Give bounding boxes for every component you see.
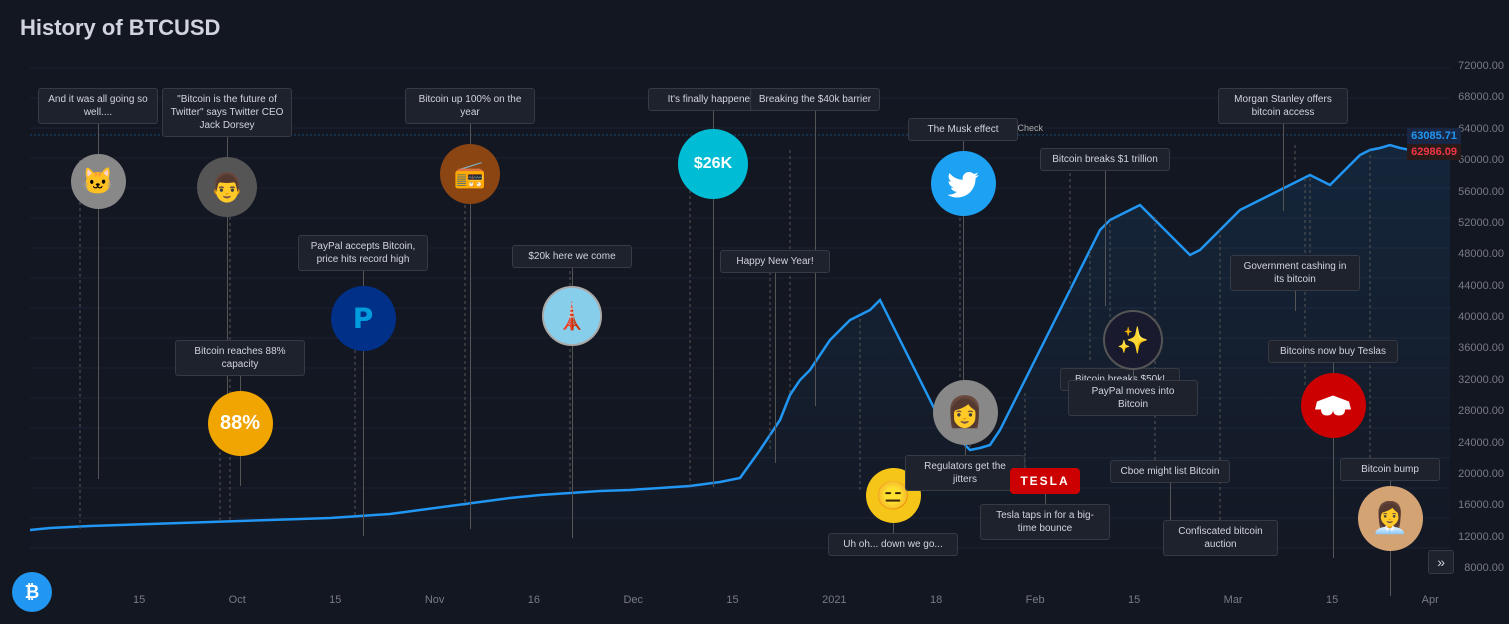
ann-cboe-label: Cboe might list Bitcoin	[1110, 460, 1230, 483]
price-low-badge: 62986.09	[1407, 144, 1461, 160]
ann-bump-line2	[1390, 551, 1391, 596]
ann-20k-line	[572, 268, 573, 286]
ann-morgan-line	[1283, 124, 1284, 211]
ann-88-line	[240, 376, 241, 391]
radio-icon: 📻	[440, 144, 500, 204]
btc-icon: ₿	[12, 572, 52, 612]
ann-bitcoin100-label: Bitcoin up 100% on the year	[405, 88, 535, 124]
ann-88-line2	[240, 456, 241, 486]
ann-88pct: Bitcoin reaches 88% capacity 88%	[175, 340, 305, 486]
ann-cat: And it was all going so well.... 🐱	[38, 88, 158, 479]
ann-down-line	[893, 523, 894, 533]
ann-newyear-line	[775, 273, 776, 463]
ann-paypal2-label: PayPal moves into Bitcoin	[1068, 380, 1198, 416]
ann-tesla-buy-label: Bitcoins now buy Teslas	[1268, 340, 1398, 363]
tesla-badge-icon: TESLA	[1010, 468, 1079, 494]
ann-tesla-buy-line2	[1333, 438, 1334, 558]
pct-88-icon: 88%	[208, 391, 273, 456]
btc-watermark: ₿	[12, 572, 52, 612]
ann-dorsey-label: "Bitcoin is the future of Twitter" says …	[162, 88, 292, 137]
ann-26k-line	[713, 111, 714, 129]
tower-icon: 🗼	[542, 286, 602, 346]
ann-morgan: Morgan Stanley offers bitcoin access	[1218, 88, 1348, 211]
26k-icon: $26K	[678, 129, 748, 199]
ann-musk-label: The Musk effect	[908, 118, 1018, 141]
ann-trillion: Bitcoin breaks $1 trillion	[1040, 148, 1170, 306]
tesla-car-icon: T	[1301, 373, 1366, 438]
price-high-badge: 63085.71	[1407, 128, 1461, 144]
ann-newyear: Happy New Year!	[720, 250, 830, 463]
ann-confiscated-label: Confiscated bitcoin auction	[1163, 520, 1278, 556]
ann-paypal-line	[363, 271, 364, 286]
spark-icon: ✨	[1103, 310, 1163, 370]
woman-smile-icon: 👩‍💼	[1358, 486, 1423, 551]
ann-musk-line	[963, 141, 964, 151]
ann-cat-line	[98, 124, 99, 154]
nav-forward-button[interactable]: »	[1428, 550, 1454, 574]
ann-dorsey-line	[227, 137, 228, 157]
ann-bitcoin100-line	[470, 124, 471, 144]
ann-40k-label: Breaking the $40k barrier	[750, 88, 880, 111]
ann-88-label: Bitcoin reaches 88% capacity	[175, 340, 305, 376]
ann-26k-line2	[713, 199, 714, 487]
ann-trillion-label: Bitcoin breaks $1 trillion	[1040, 148, 1170, 171]
ann-bump: Bitcoin bump 👩‍💼	[1340, 458, 1440, 596]
ann-tesla-tap: TESLA Tesla taps in for a big-time bounc…	[980, 468, 1110, 540]
ann-down-label: Uh oh... down we go...	[828, 533, 958, 556]
ann-tesla-buy-line	[1333, 363, 1334, 373]
chart-container: History of BTCUSD	[0, 0, 1509, 624]
ann-paypal-line2	[363, 351, 364, 536]
ann-govt-line	[1295, 291, 1296, 311]
ann-tesla-line	[1045, 494, 1046, 504]
ann-confiscated: Confiscated bitcoin auction	[1163, 520, 1278, 556]
ann-paypal2-line	[1133, 370, 1134, 380]
dorsey-icon: 👨	[197, 157, 257, 217]
cat-icon: 🐱	[71, 154, 126, 209]
y-axis: 72000.00 68000.00 64000.00 60000.00 5600…	[1458, 60, 1504, 574]
ann-trillion-line	[1105, 171, 1106, 306]
ann-20k: $20k here we come 🗼	[512, 245, 632, 538]
ann-reg-line	[965, 445, 966, 455]
svg-text:T: T	[1331, 403, 1335, 410]
ann-tesla-label: Tesla taps in for a big-time bounce	[980, 504, 1110, 540]
ann-cat-line2	[98, 209, 99, 479]
ann-bitcoin100-line2	[470, 204, 471, 529]
ann-govt: Government cashing in its bitcoin	[1230, 255, 1360, 311]
ann-govt-label: Government cashing in its bitcoin	[1230, 255, 1360, 291]
ann-bump-label: Bitcoin bump	[1340, 458, 1440, 481]
twitter-musk-icon	[931, 151, 996, 216]
woman-icon: 👩	[933, 380, 998, 445]
ann-morgan-label: Morgan Stanley offers bitcoin access	[1218, 88, 1348, 124]
paypal-icon: 𝗣	[331, 286, 396, 351]
x-axis: Sep 15 Oct 15 Nov 16 Dec 15 2021 18 Feb …	[30, 594, 1439, 606]
ann-cat-label: And it was all going so well....	[38, 88, 158, 124]
ann-paypal2: ✨ PayPal moves into Bitcoin	[1068, 310, 1198, 416]
ann-newyear-label: Happy New Year!	[720, 250, 830, 273]
ann-20k-line2	[572, 346, 573, 538]
ann-20k-label: $20k here we come	[512, 245, 632, 268]
